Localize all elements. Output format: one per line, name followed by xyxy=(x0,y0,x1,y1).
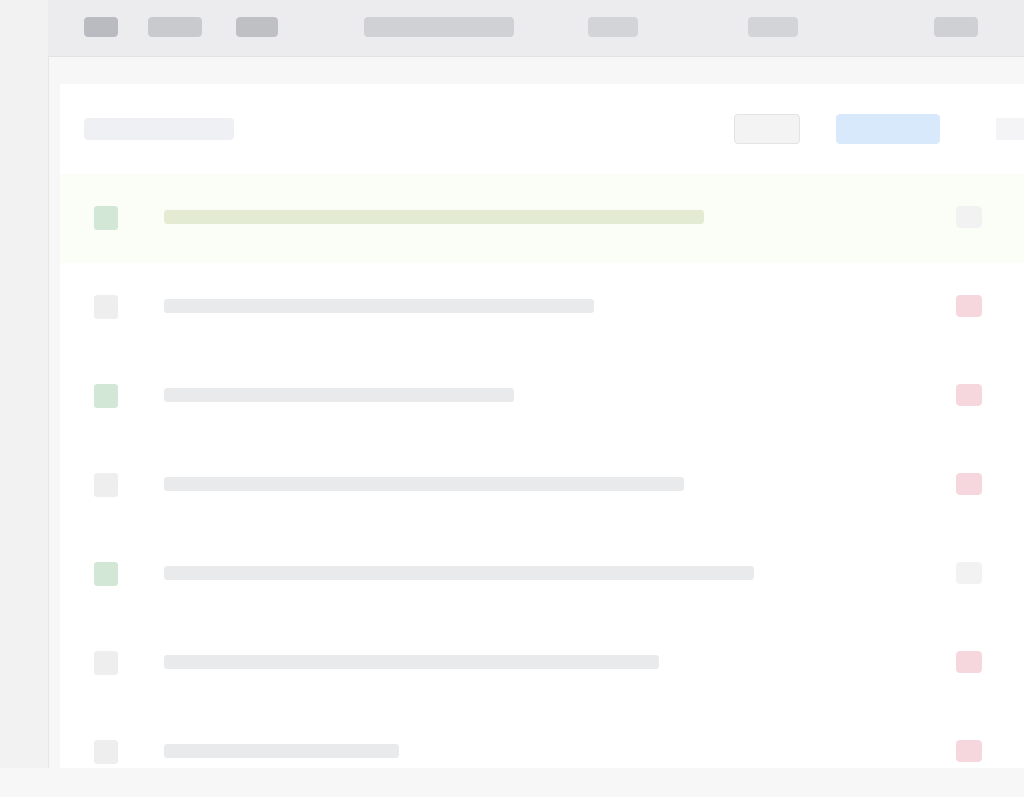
list-row[interactable] xyxy=(60,619,1024,708)
top-toolbar xyxy=(48,0,1024,57)
illegible-text-placeholder xyxy=(164,477,684,491)
illegible-text-placeholder xyxy=(164,655,659,669)
illegible-text-placeholder xyxy=(164,210,704,224)
status-ok-indicator xyxy=(94,206,118,230)
toolbar-item[interactable] xyxy=(748,17,798,37)
alert-marker[interactable] xyxy=(956,651,982,673)
neutral-marker[interactable] xyxy=(956,562,982,584)
menu-icon[interactable] xyxy=(84,17,118,37)
secondary-button[interactable] xyxy=(734,114,800,144)
illegible-text-placeholder xyxy=(164,299,594,313)
toolbar-item[interactable] xyxy=(148,17,202,37)
row-text xyxy=(164,206,704,228)
panel-header xyxy=(60,84,1024,170)
status-neutral-indicator xyxy=(94,740,118,764)
list-row[interactable] xyxy=(60,352,1024,441)
list-row[interactable] xyxy=(60,441,1024,530)
status-neutral-indicator xyxy=(94,651,118,675)
toolbar-item[interactable] xyxy=(588,17,638,37)
toolbar-item[interactable] xyxy=(364,17,514,37)
alert-marker[interactable] xyxy=(956,473,982,495)
row-text xyxy=(164,562,754,584)
alert-marker[interactable] xyxy=(956,740,982,762)
alert-marker[interactable] xyxy=(956,384,982,406)
item-list xyxy=(60,174,1024,797)
illegible-text-placeholder xyxy=(164,388,514,402)
toolbar-item[interactable] xyxy=(934,17,978,37)
status-neutral-indicator xyxy=(94,473,118,497)
status-ok-indicator xyxy=(94,384,118,408)
list-row[interactable] xyxy=(60,530,1024,619)
primary-button[interactable] xyxy=(836,114,940,144)
illegible-text-placeholder xyxy=(164,744,399,758)
status-neutral-indicator xyxy=(94,295,118,319)
list-row[interactable] xyxy=(60,708,1024,797)
row-text xyxy=(164,473,684,495)
row-text xyxy=(164,651,659,673)
illegible-text-placeholder xyxy=(164,566,754,580)
row-text xyxy=(164,295,594,317)
list-row[interactable] xyxy=(60,174,1024,263)
main-panel xyxy=(60,84,1024,768)
sidebar xyxy=(0,0,49,768)
status-ok-indicator xyxy=(94,562,118,586)
list-row[interactable] xyxy=(60,263,1024,352)
row-text xyxy=(164,384,514,406)
header-edge-control[interactable] xyxy=(996,118,1024,140)
row-text xyxy=(164,740,399,762)
toolbar-item[interactable] xyxy=(236,17,278,37)
panel-title xyxy=(84,118,234,140)
alert-marker[interactable] xyxy=(956,295,982,317)
neutral-marker[interactable] xyxy=(956,206,982,228)
